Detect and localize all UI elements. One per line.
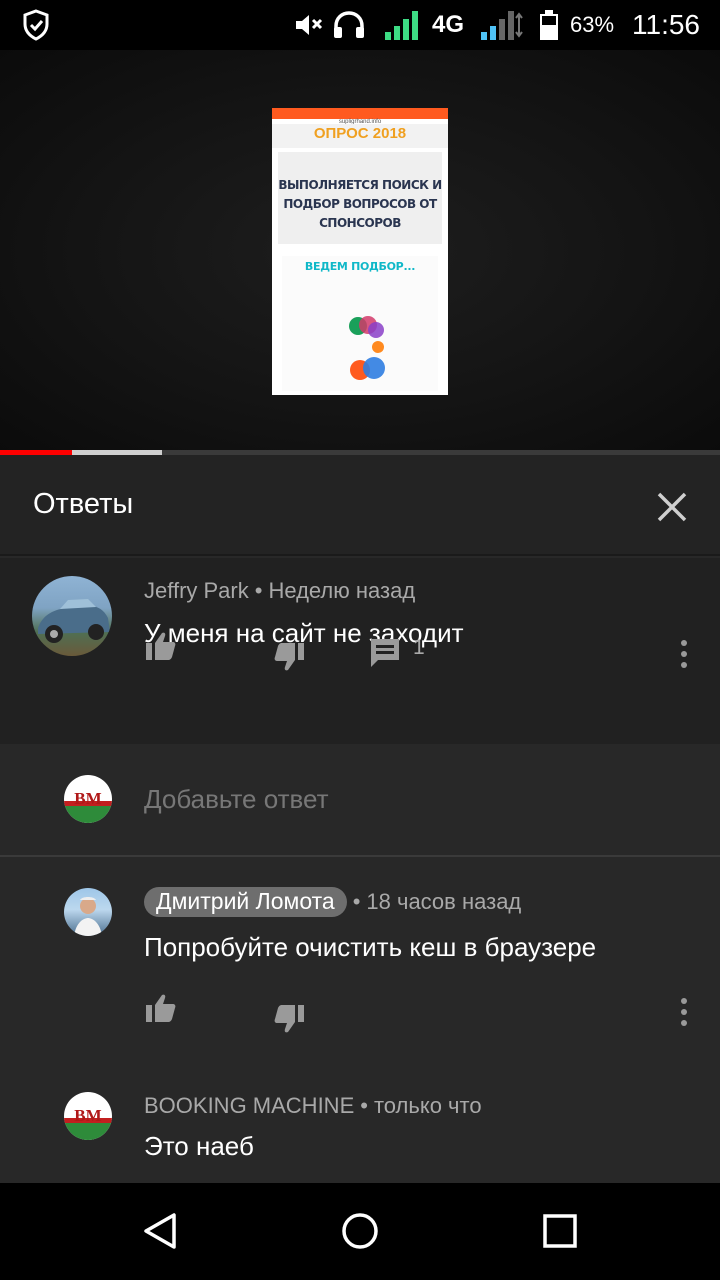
reply-time: только что (373, 1093, 482, 1118)
panel-title: Ответы (33, 488, 134, 520)
recents-square-icon (543, 1214, 577, 1248)
navigation-bar (0, 1183, 720, 1280)
like-button[interactable] (144, 992, 178, 1026)
search-heading: ВЫПОЛНЯЕТСЯ ПОИСК И ПОДБОР ВОПРОСОВ ОТ С… (278, 178, 442, 230)
close-button[interactable] (648, 483, 696, 531)
more-vert-icon (681, 998, 687, 1026)
video-player[interactable]: supligrhand.info ОПРОС 2018 ВЫПОЛНЯЕТСЯ … (0, 50, 720, 452)
svg-text:BM: BM (74, 789, 101, 808)
car-photo-icon (38, 599, 110, 643)
more-options-button[interactable] (670, 637, 698, 671)
close-icon (657, 492, 687, 522)
signal-icon (383, 0, 423, 50)
thumbs-up-icon (146, 994, 176, 1022)
reply-meta: Дмитрий Ломота • 18 часов назад (144, 887, 521, 917)
add-reply-input[interactable]: Добавьте ответ (144, 784, 329, 815)
avatar: BM (64, 775, 112, 823)
phone-status-bar (272, 108, 448, 119)
avatar[interactable] (32, 576, 112, 656)
panel-header: Ответы (0, 455, 720, 556)
thumbs-down-icon (274, 1005, 304, 1033)
comment-meta: Jeffry Park • Неделю назад (144, 578, 416, 603)
dislike-button[interactable] (272, 1001, 306, 1035)
more-vert-icon (681, 640, 687, 668)
recents-button[interactable] (540, 1211, 580, 1251)
site-title: ОПРОС 2018 (272, 124, 448, 148)
replies-panel: Ответы Jeffry Park • Неделю назад У меня н… (0, 455, 720, 1183)
add-reply-row[interactable]: BM Добавьте ответ (0, 744, 720, 857)
headphones-icon (332, 0, 366, 50)
avatar[interactable]: BM (64, 1092, 112, 1140)
reply-author[interactable]: BOOKING MACHINE (144, 1093, 354, 1118)
reply-button[interactable] (368, 636, 402, 670)
reply-time: 18 часов назад (366, 889, 522, 914)
comment-icon (371, 639, 399, 667)
comment-author[interactable]: Jeffry Park (144, 578, 249, 603)
search-card: ВЫПОЛНЯЕТСЯ ПОИСК И ПОДБОР ВОПРОСОВ ОТ С… (278, 152, 442, 244)
reply-meta: BOOKING MACHINE • только что (144, 1093, 482, 1118)
signal-2-icon (479, 0, 525, 50)
bm-logo-icon: BM (64, 789, 112, 823)
reply-text: Это наеб (144, 1131, 254, 1161)
home-circle-icon (342, 1213, 378, 1249)
loading-spinner-icon (349, 316, 385, 380)
avatar[interactable] (64, 888, 112, 936)
reply-author-chip[interactable]: Дмитрий Ломота (144, 887, 347, 917)
mute-icon (294, 0, 324, 50)
battery-percent: 63% (570, 12, 615, 37)
bm-logo-icon: BM (64, 1106, 112, 1140)
thumbs-down-icon (274, 643, 304, 671)
loader-card: ВЕДЕМ ПОДБОР... (282, 256, 438, 391)
video-frame-phone-screenshot: supligrhand.info ОПРОС 2018 ВЫПОЛНЯЕТСЯ … (272, 108, 448, 395)
comment-time: Неделю назад (268, 578, 416, 603)
network-type: 4G (432, 11, 465, 38)
thumbs-up-icon (146, 632, 176, 660)
reply-text: Попробуйте очистить кеш в браузере (144, 932, 597, 962)
svg-text:BM: BM (74, 1106, 101, 1125)
status-bar: 4G 63% 11:56 (0, 0, 720, 50)
battery-icon (538, 0, 560, 50)
more-options-button[interactable] (670, 995, 698, 1029)
like-button[interactable] (144, 630, 178, 664)
home-button[interactable] (340, 1211, 380, 1251)
dislike-button[interactable] (272, 639, 306, 673)
loader-text: ВЕДЕМ ПОДБОР... (304, 260, 416, 273)
person-photo-icon (74, 897, 102, 936)
reply-count: 1 (413, 636, 425, 659)
shield-check-icon (22, 0, 50, 50)
main-comment: Jeffry Park • Неделю назад У меня на сайт … (0, 558, 720, 744)
back-triangle-icon (144, 1213, 176, 1249)
clock: 11:56 (632, 9, 700, 40)
back-button[interactable] (140, 1211, 180, 1251)
